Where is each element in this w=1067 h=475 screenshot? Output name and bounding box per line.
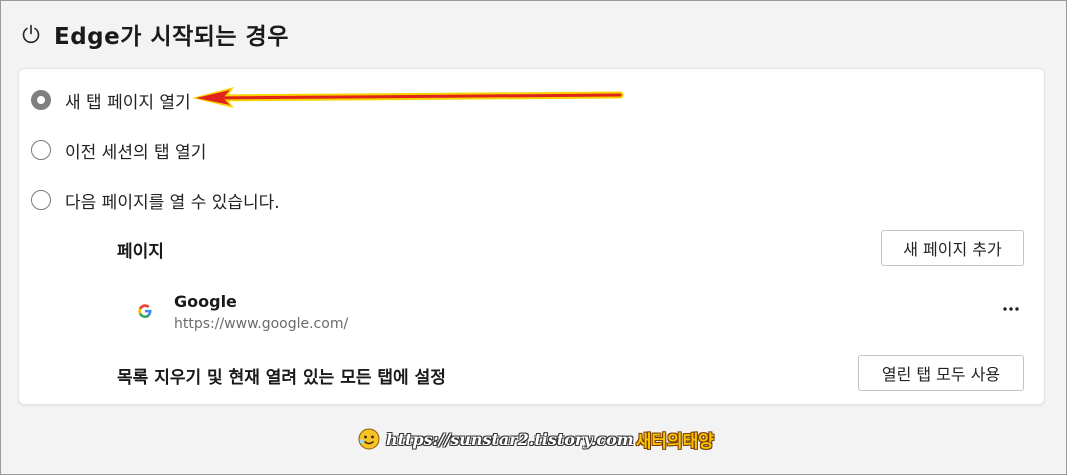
page-list-item: Google https://www.google.com/ [132, 288, 1022, 336]
more-horizontal-icon[interactable] [1000, 302, 1022, 316]
watermark-name: 새터의태양 [635, 431, 714, 452]
watermark-url: https://sunstar2.tistory.com [386, 429, 634, 449]
radio-option-new-tab[interactable]: 새 탭 페이지 열기 [31, 85, 191, 115]
startup-settings-card: 새 탭 페이지 열기 이전 세션의 탭 열기 다음 페이지를 열 수 있습니다.… [19, 69, 1044, 404]
pages-label: 페이지 [117, 242, 164, 262]
google-g-icon [136, 302, 154, 320]
annotation-arrow [192, 87, 624, 108]
watermark: https://sunstar2.tistory.com 새터의태양 [358, 427, 714, 452]
radio-button[interactable] [31, 140, 51, 160]
power-icon [20, 23, 42, 45]
use-all-open-tabs-button[interactable]: 열린 탭 모두 사용 [858, 355, 1024, 391]
clear-list-label: 목록 지우기 및 현재 열려 있는 모든 탭에 설정 [117, 368, 446, 388]
radio-label: 이전 세션의 탭 열기 [65, 142, 207, 163]
page-title: Edge가 시작되는 경우 [54, 24, 289, 50]
radio-label: 새 탭 페이지 열기 [65, 92, 191, 113]
radio-option-previous-session[interactable]: 이전 세션의 탭 열기 [31, 135, 206, 165]
page-title: Google [174, 292, 237, 311]
radio-label: 다음 페이지를 열 수 있습니다. [65, 192, 280, 213]
smiley-face-icon [358, 428, 380, 450]
radio-button-checked[interactable] [31, 90, 51, 110]
radio-option-specific-pages[interactable]: 다음 페이지를 열 수 있습니다. [31, 185, 280, 215]
radio-button[interactable] [31, 190, 51, 210]
page-url: https://www.google.com/ [174, 316, 349, 332]
section-header: Edge가 시작되는 경우 [20, 14, 289, 54]
add-new-page-button[interactable]: 새 페이지 추가 [881, 230, 1024, 266]
